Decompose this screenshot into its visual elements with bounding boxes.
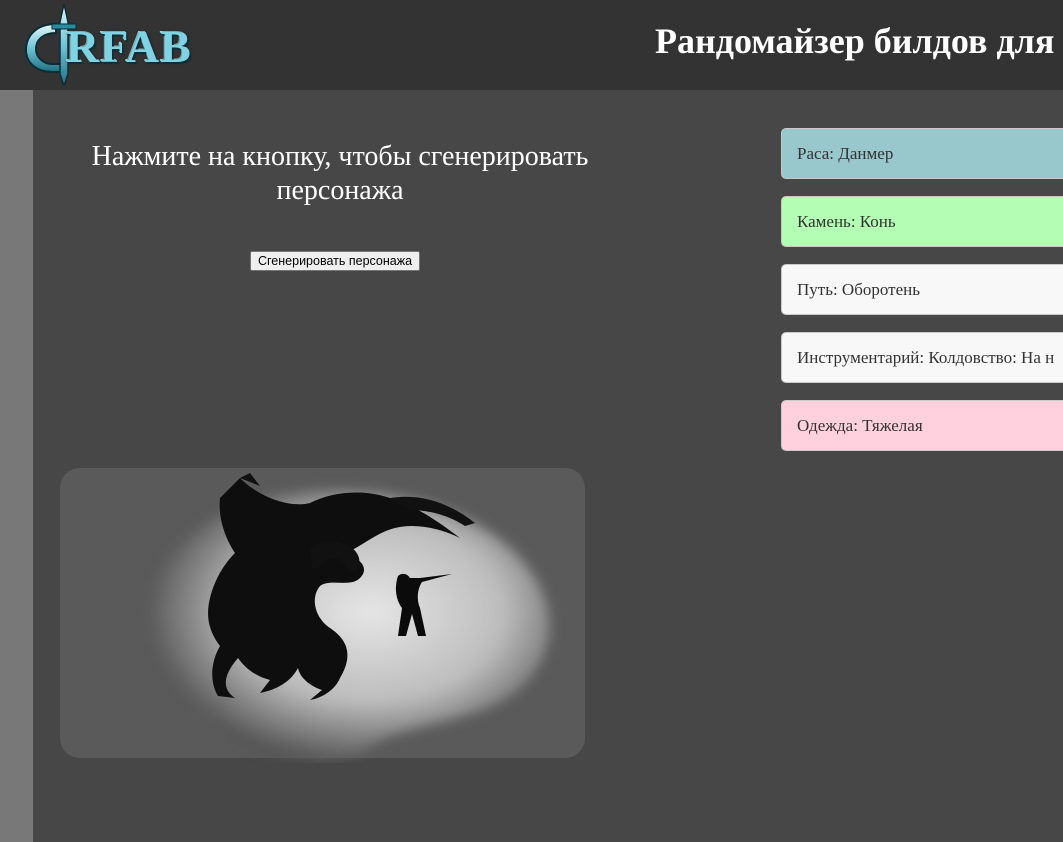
result-toolkit: Инструментарий: Колдовство: На н [781, 332, 1063, 383]
result-stone: Камень: Конь [781, 196, 1063, 247]
generate-character-button[interactable]: Сгенерировать персонажа [250, 251, 421, 271]
dragon-illustration [60, 468, 585, 760]
site-logo[interactable]: RFAB [22, 2, 204, 86]
left-sidebar-strip [0, 90, 33, 842]
header-bar: RFAB Рандомайзер билдов для [0, 0, 1063, 90]
logo-text: RFAB [66, 21, 192, 72]
result-race: Раса: Данмер [781, 128, 1063, 179]
result-path: Путь: Оборотень [781, 264, 1063, 315]
generate-prompt: Нажмите на кнопку, чтобы сгенерировать п… [91, 141, 589, 206]
result-armor: Одежда: Тяжелая [781, 400, 1063, 451]
page-title: Рандомайзер билдов для [655, 21, 1055, 61]
